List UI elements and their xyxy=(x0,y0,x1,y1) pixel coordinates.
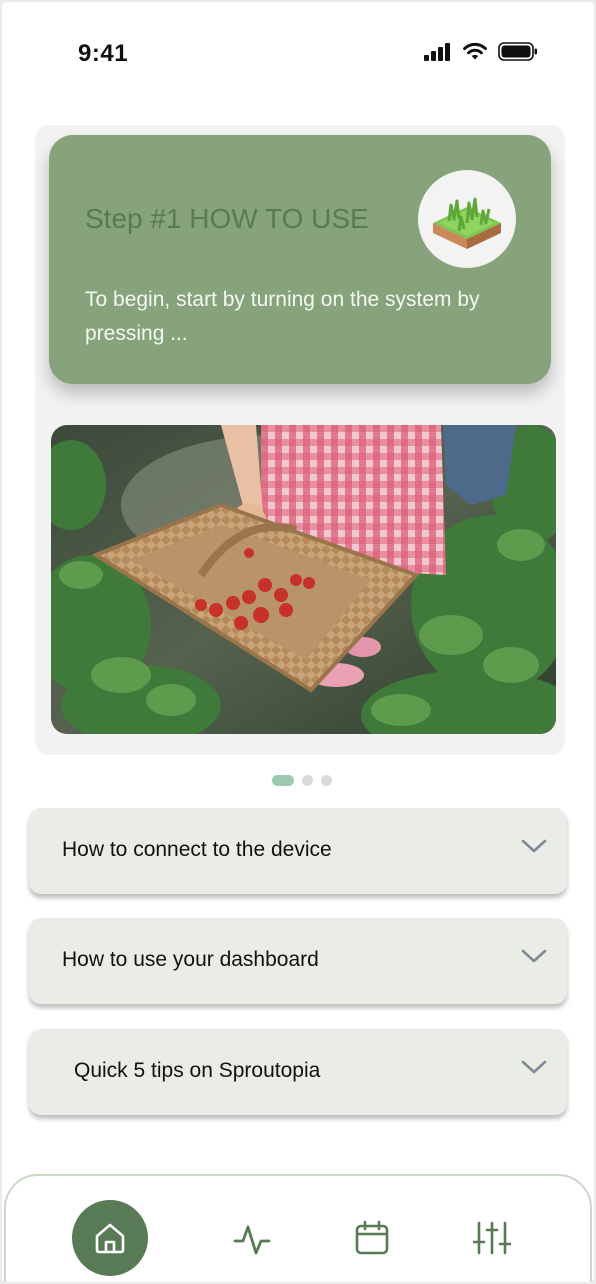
app-screen: 9:41 Step #1 HOW TO USE To begin, st xyxy=(2,2,594,1282)
sliders-icon xyxy=(473,1220,511,1256)
faq-item-label: How to connect to the device xyxy=(62,838,332,862)
step-title: Step #1 HOW TO USE xyxy=(85,203,369,235)
grass-tile-icon xyxy=(418,170,516,268)
status-bar: 9:41 xyxy=(2,2,594,102)
home-icon xyxy=(92,1220,128,1256)
nav-home[interactable] xyxy=(72,1200,148,1276)
calendar-icon xyxy=(354,1220,390,1256)
faq-item-label: How to use your dashboard xyxy=(62,948,319,972)
pagination-dot[interactable] xyxy=(321,775,332,786)
status-time: 9:41 xyxy=(78,40,128,68)
battery-icon xyxy=(498,42,538,61)
nav-settings[interactable] xyxy=(470,1218,514,1258)
step-card[interactable]: Step #1 HOW TO USE To begin, start by tu… xyxy=(49,135,551,384)
chevron-down-icon xyxy=(521,948,547,964)
faq-item-tips[interactable]: Quick 5 tips on Sproutopia xyxy=(29,1029,567,1115)
carousel-pagination[interactable] xyxy=(272,775,332,786)
pagination-dot[interactable] xyxy=(302,775,313,786)
chevron-down-icon xyxy=(521,838,547,854)
wifi-icon xyxy=(462,42,488,61)
activity-icon xyxy=(233,1223,271,1257)
faq-item-dashboard[interactable]: How to use your dashboard xyxy=(29,918,567,1004)
faq-item-connect-device[interactable]: How to connect to the device xyxy=(29,808,567,894)
step-description: To begin, start by turning on the system… xyxy=(85,283,525,351)
pagination-dot-active[interactable] xyxy=(272,775,294,786)
strawberry-basket-image xyxy=(51,425,556,734)
bottom-navigation xyxy=(4,1174,592,1282)
signal-icon xyxy=(424,43,452,61)
nav-activity[interactable] xyxy=(230,1220,274,1260)
chevron-down-icon xyxy=(521,1059,547,1075)
faq-item-label: Quick 5 tips on Sproutopia xyxy=(74,1059,320,1083)
nav-calendar[interactable] xyxy=(350,1218,394,1258)
status-icons xyxy=(424,42,538,61)
